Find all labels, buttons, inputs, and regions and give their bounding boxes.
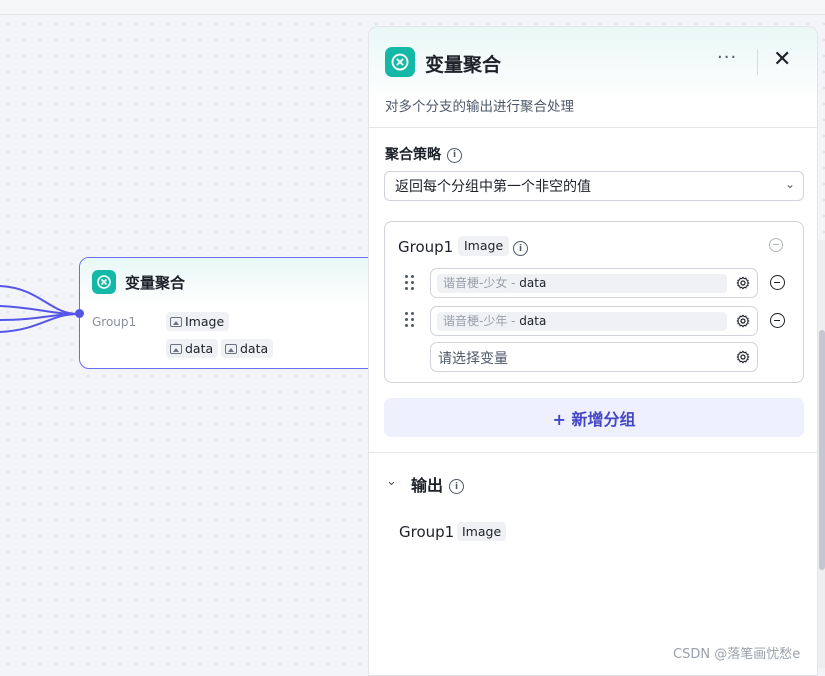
group-card: Group1 Image i 谐音梗-少女 - data 谐音梗-少年 - da… [384,221,804,383]
chevron-down-icon: ⌄ [784,177,795,191]
strategy-select[interactable]: 返回每个分组中第一个非空的值 ⌄ [384,171,804,201]
section-divider [369,452,817,453]
header-divider [757,49,758,75]
node-group-label: Group1 [92,315,137,329]
variable-select[interactable]: 请选择变量 [430,342,758,372]
variable-name: data [519,314,547,328]
node-group-type-tag: Image [166,312,230,331]
remove-variable-icon[interactable] [770,275,785,290]
output-group-name: Group1 [399,523,455,541]
watermark: CSDN @落笔画忧愁e [673,647,801,662]
gear-icon[interactable] [736,350,750,364]
image-icon [225,343,237,354]
info-icon[interactable]: i [513,241,528,256]
node-header: 变量聚合 [80,258,378,306]
panel-title: 变量聚合 [425,54,502,76]
chevron-down-icon[interactable]: ⌄ [386,474,397,489]
variable-source: 谐音梗-少年 - [443,314,520,328]
info-icon[interactable]: i [447,147,462,163]
group-info: i [513,238,528,257]
gear-icon[interactable] [736,276,750,290]
image-icon [170,316,182,327]
close-icon[interactable]: ✕ [773,47,791,72]
group-type-tag: Image [458,236,510,256]
node-input-handle[interactable] [75,309,84,318]
variable-field[interactable]: 谐音梗-少女 - data [430,268,758,298]
variable-field[interactable]: 谐音梗-少年 - data [430,306,758,336]
scrollbar-thumb[interactable] [819,330,825,570]
node-var-name: data [185,341,214,356]
node-group-type: Image [185,314,225,329]
node-var-name: data [240,341,269,356]
remove-variable-icon[interactable] [770,313,785,328]
node-title: 变量聚合 [125,273,186,292]
variable-placeholder: 请选择变量 [438,351,508,367]
variable-tag: 谐音梗-少年 - data [437,312,727,331]
strategy-value: 返回每个分组中第一个非空的值 [395,179,591,195]
variable-source: 谐音梗-少女 - [443,276,520,290]
node-var-tag: data [221,339,274,358]
add-group-button[interactable]: + 新增分组 [384,398,804,437]
image-icon [170,343,182,354]
drag-handle-icon[interactable] [405,275,415,291]
aggregate-icon [92,270,116,294]
group-title[interactable]: Group1 [398,238,453,256]
node-var-tag: data [166,339,219,358]
incoming-edges [0,285,79,333]
info-icon[interactable]: i [449,479,465,494]
panel-header: 变量聚合 ··· ✕ 对多个分支的输出进行聚合处理 [369,27,817,128]
output-section-title[interactable]: 输出 i [411,472,465,496]
panel-description: 对多个分支的输出进行聚合处理 [385,99,574,115]
variable-name: data [519,276,547,290]
node-config-panel: 变量聚合 ··· ✕ 对多个分支的输出进行聚合处理 聚合策略 i 返回每个分组中第… [368,26,818,676]
drag-handle-icon[interactable] [405,312,415,328]
output-group-type: Image [457,522,507,541]
top-toolbar-strip [0,0,825,15]
strategy-label: 聚合策略 i [385,144,462,164]
aggregate-icon [385,47,415,77]
strategy-label-text: 聚合策略 [385,147,441,163]
gear-icon[interactable] [736,314,750,328]
variable-tag: 谐音梗-少女 - data [437,274,727,293]
output-title-text: 输出 [411,476,444,495]
more-icon[interactable]: ··· [717,47,737,68]
aggregator-node[interactable]: 变量聚合 Group1 Image data data [79,257,379,369]
remove-group-icon[interactable] [769,238,783,252]
